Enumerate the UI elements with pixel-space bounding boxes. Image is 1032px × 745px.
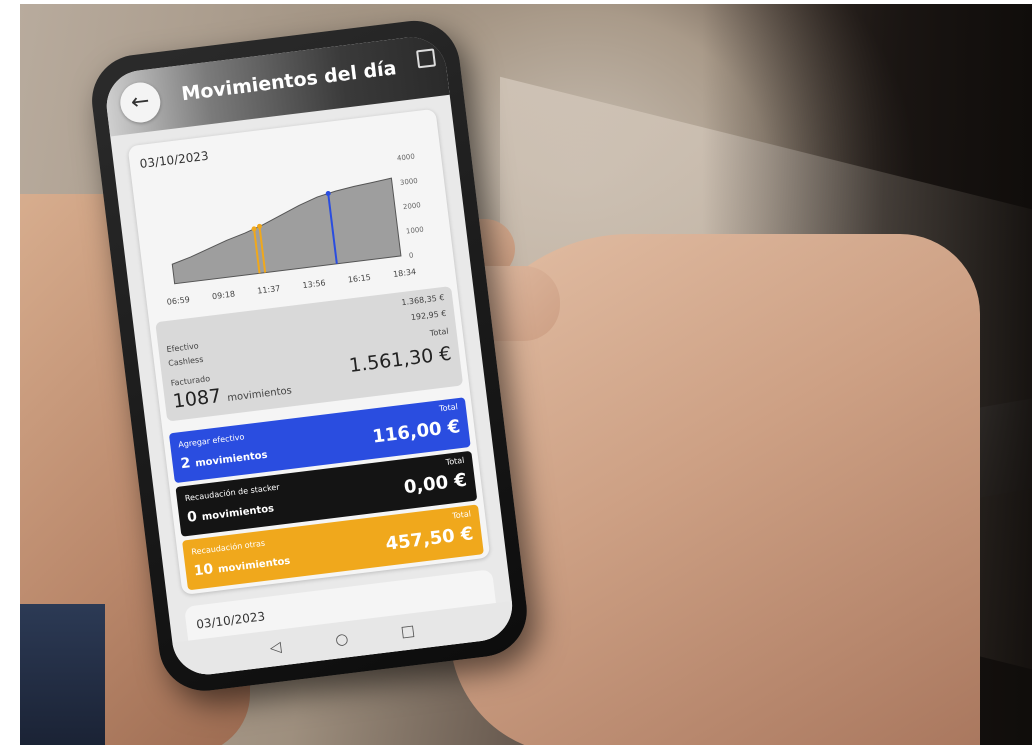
box-count: 0 movimientos	[186, 499, 275, 526]
box-label: Agregar efectivo	[177, 432, 245, 450]
nav-home-icon[interactable]: ○	[334, 629, 349, 648]
count-unit: movimientos	[194, 449, 269, 470]
box-total: 457,50 €	[384, 523, 475, 555]
total-label: Total	[438, 402, 459, 414]
total-label: Total	[445, 455, 465, 467]
chart-svg: 06:59 09:18 11:37 13:56 16:15 18:34 4000 3000 20…	[166, 153, 425, 307]
box-count: 10 movimientos	[193, 552, 291, 580]
total-label: Total	[429, 326, 450, 338]
cashless-label: Cashless	[167, 354, 204, 369]
card-date: 03/10/2023	[138, 148, 210, 171]
box-label: Recaudación otras	[190, 538, 266, 557]
phone-body: ← Movimientos del día 03/10/2023 06:59 09…	[86, 15, 533, 696]
sweater-sleeve	[20, 604, 105, 745]
cashless-value: 192,95 €	[410, 308, 447, 323]
count-value: 0	[186, 508, 198, 526]
page-title: Movimientos del día	[180, 57, 398, 106]
x-tick-label: 06:59	[166, 295, 190, 307]
x-tick-label: 13:56	[302, 278, 326, 290]
x-tick-label: 16:15	[347, 273, 371, 285]
efectivo-value: 1.368,35 €	[400, 292, 445, 308]
background-photo: ← Movimientos del día 03/10/2023 06:59 09…	[20, 4, 1032, 745]
y-tick-label: 2000	[403, 201, 422, 211]
card-date: 03/10/2023	[195, 609, 266, 632]
total-amount: 1.561,30 €	[347, 342, 453, 377]
box-count: 2 movimientos	[180, 446, 269, 473]
smartphone: ← Movimientos del día 03/10/2023 06:59 09…	[86, 12, 565, 745]
count-value: 2	[179, 455, 192, 473]
movements-chart: 06:59 09:18 11:37 13:56 16:15 18:34 4000 3000 20…	[140, 143, 451, 316]
box-total: 0,00 €	[402, 469, 469, 499]
count-unit: movimientos	[201, 503, 275, 524]
y-tick-label: 1000	[406, 225, 425, 235]
calendar-icon[interactable]	[416, 48, 437, 69]
phone-screen: ← Movimientos del día 03/10/2023 06:59 09…	[102, 33, 517, 679]
nav-recent-icon[interactable]: □	[400, 621, 416, 641]
y-tick-label: 3000	[400, 177, 419, 187]
count-value: 10	[192, 561, 215, 580]
back-button[interactable]: ←	[118, 80, 163, 125]
x-tick-label: 09:18	[212, 289, 236, 301]
day-card[interactable]: 03/10/2023 06:59 09:18 11:37 13:56 16:15 18:3…	[127, 108, 491, 596]
total-label: Total	[451, 509, 472, 521]
arrow-left-icon: ←	[129, 88, 151, 116]
chart-area	[171, 177, 402, 285]
x-tick-label: 11:37	[257, 284, 281, 296]
efectivo-label: Efectivo	[166, 341, 200, 355]
y-tick-label: 4000	[397, 153, 416, 163]
count-unit: movimientos	[217, 555, 291, 576]
x-tick-label: 18:34	[393, 267, 417, 279]
count-unit: movimientos	[226, 385, 293, 405]
count-value: 1087	[171, 384, 223, 413]
nav-back-icon[interactable]: ◁	[269, 637, 283, 656]
y-tick-label: 0	[409, 251, 414, 259]
box-total: 116,00 €	[371, 416, 462, 448]
